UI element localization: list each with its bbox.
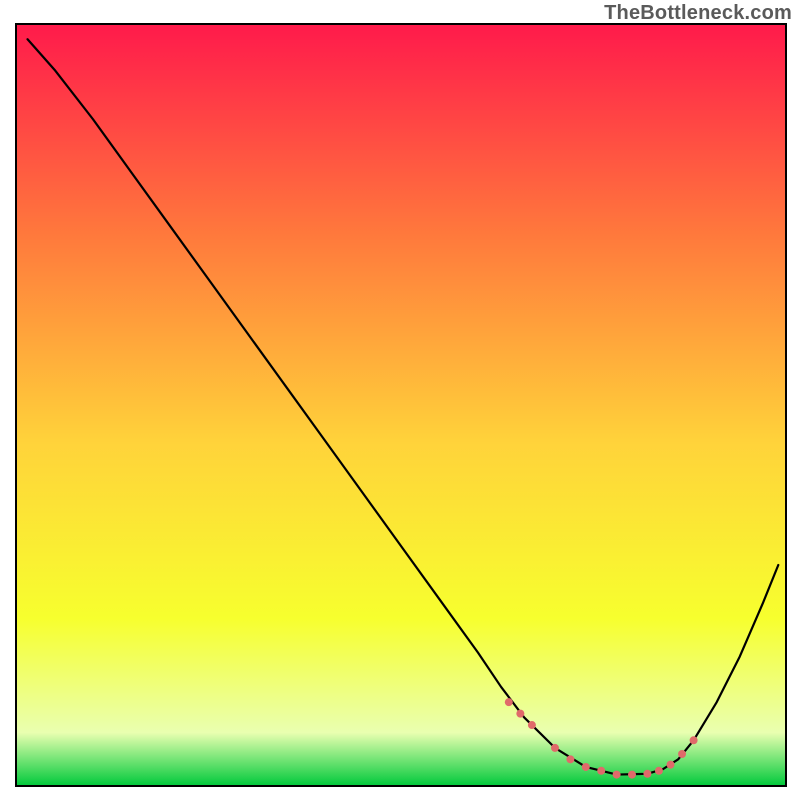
marker-dot [551, 744, 559, 752]
marker-dot [678, 750, 686, 758]
watermark-text: TheBottleneck.com [604, 2, 792, 25]
marker-dot [582, 763, 590, 771]
marker-dot [516, 710, 524, 718]
plot-background [16, 24, 786, 786]
marker-dot [597, 767, 605, 775]
marker-dot [667, 761, 675, 769]
marker-dot [655, 767, 663, 775]
marker-dot [643, 770, 651, 778]
marker-dot [690, 736, 698, 744]
marker-dot [613, 771, 621, 779]
chart-stage: TheBottleneck.com [0, 0, 800, 800]
marker-dot [566, 755, 574, 763]
marker-dot [528, 721, 536, 729]
marker-dot [505, 698, 513, 706]
marker-dot [628, 771, 636, 779]
bottleneck-chart [0, 0, 800, 800]
